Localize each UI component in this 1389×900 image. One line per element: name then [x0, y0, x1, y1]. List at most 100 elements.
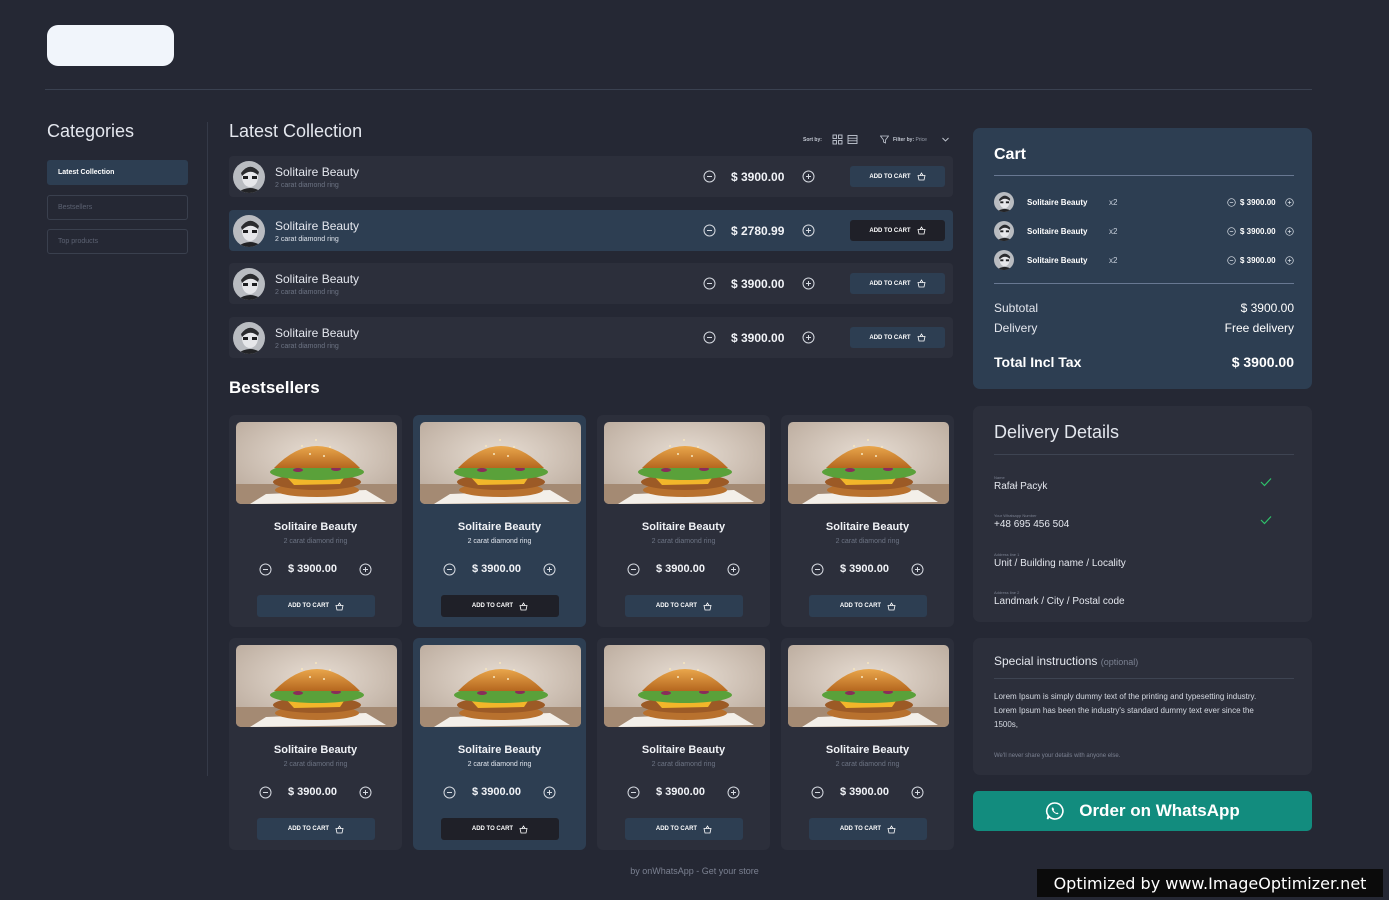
product-name: Solitaire Beauty [275, 219, 360, 233]
product-subtitle: 2 carat diamond ring [275, 343, 339, 350]
decrease-quantity-icon[interactable] [703, 170, 716, 183]
product-price: $ 3900.00 [288, 563, 337, 575]
increase-quantity-icon[interactable] [359, 786, 372, 799]
basket-icon [917, 226, 926, 235]
chevron-down-icon[interactable] [941, 135, 950, 144]
increase-quantity-icon[interactable] [802, 170, 815, 183]
decrease-quantity-icon[interactable] [703, 224, 716, 237]
check-icon [1260, 478, 1272, 487]
increase-quantity-icon[interactable] [727, 563, 740, 576]
bestseller-card[interactable]: Solitaire Beauty 2 carat diamond ring $ 39… [781, 638, 954, 850]
bestseller-card[interactable]: Solitaire Beauty 2 carat diamond ring $ 39… [413, 415, 586, 627]
add-to-cart-button[interactable]: ADD TO CART [625, 595, 743, 617]
grid-view-icon[interactable] [832, 134, 843, 145]
decrease-quantity-icon[interactable] [443, 786, 456, 799]
increase-quantity-icon[interactable] [359, 563, 372, 576]
cart-divider [994, 175, 1294, 176]
increase-quantity-icon[interactable] [802, 277, 815, 290]
decrease-quantity-icon[interactable] [259, 563, 272, 576]
decrease-quantity-icon[interactable] [703, 331, 716, 344]
list-view-icon[interactable] [847, 134, 858, 145]
add-to-cart-button[interactable]: ADD TO CART [850, 327, 945, 348]
decrease-quantity-icon[interactable] [811, 563, 824, 576]
bestseller-card[interactable]: Solitaire Beauty 2 carat diamond ring $ 39… [597, 415, 770, 627]
add-to-cart-button[interactable]: ADD TO CART [257, 595, 375, 617]
product-subtitle: 2 carat diamond ring [467, 761, 532, 768]
bestseller-card[interactable]: Solitaire Beauty 2 carat diamond ring $ 39… [229, 638, 402, 850]
filter-dropdown[interactable]: Filter by: Price [893, 137, 927, 143]
increase-quantity-icon[interactable] [727, 786, 740, 799]
cart-item-price: $ 3900.00 [1240, 256, 1276, 265]
add-to-cart-button[interactable]: ADD TO CART [441, 818, 559, 840]
cart-item-qty: x2 [1109, 227, 1118, 236]
add-to-cart-label: ADD TO CART [471, 826, 514, 832]
add-to-cart-button[interactable]: ADD TO CART [625, 818, 743, 840]
product-image [420, 422, 581, 504]
increase-quantity-icon[interactable] [911, 786, 924, 799]
name-input[interactable] [994, 481, 1244, 492]
decrease-quantity-icon[interactable] [1227, 198, 1236, 207]
decrease-quantity-icon[interactable] [1227, 227, 1236, 236]
decrease-quantity-icon[interactable] [811, 786, 824, 799]
bestseller-card[interactable]: Solitaire Beauty 2 carat diamond ring $ 39… [229, 415, 402, 627]
decrease-quantity-icon[interactable] [1227, 256, 1236, 265]
whatsapp-number-input[interactable] [994, 519, 1244, 530]
product-price: $ 3900.00 [656, 563, 705, 575]
product-price: $ 3900.00 [840, 563, 889, 575]
order-on-whatsapp-label: Order on WhatsApp [1079, 801, 1240, 820]
category-top-products[interactable]: Top products [47, 229, 188, 254]
address-line-1-input[interactable]: Unit / Building name / Locality [994, 558, 1244, 569]
add-to-cart-button[interactable]: ADD TO CART [809, 818, 927, 840]
check-icon [1260, 516, 1272, 525]
bestseller-card[interactable]: Solitaire Beauty 2 carat diamond ring $ 39… [597, 638, 770, 850]
decrease-quantity-icon[interactable] [703, 277, 716, 290]
product-price: $ 3900.00 [731, 170, 785, 184]
product-name: Solitaire Beauty [275, 165, 360, 179]
add-to-cart-button[interactable]: ADD TO CART [850, 220, 945, 241]
order-on-whatsapp-button[interactable]: Order on WhatsApp [973, 791, 1312, 831]
add-to-cart-button[interactable]: ADD TO CART [850, 273, 945, 294]
product-image [604, 422, 765, 504]
increase-quantity-icon[interactable] [1285, 198, 1294, 207]
increase-quantity-icon[interactable] [543, 563, 556, 576]
bestseller-card[interactable]: Solitaire Beauty 2 carat diamond ring $ 39… [781, 415, 954, 627]
add-to-cart-button[interactable]: ADD TO CART [257, 818, 375, 840]
product-name: Solitaire Beauty [273, 744, 358, 756]
product-subtitle: 2 carat diamond ring [651, 761, 716, 768]
basket-icon [917, 172, 926, 181]
increase-quantity-icon[interactable] [1285, 227, 1294, 236]
increase-quantity-icon[interactable] [802, 224, 815, 237]
address-line-2-input[interactable]: Landmark / City / Postal code [994, 596, 1244, 607]
decrease-quantity-icon[interactable] [627, 563, 640, 576]
decrease-quantity-icon[interactable] [259, 786, 272, 799]
decrease-quantity-icon[interactable] [443, 563, 456, 576]
category-latest-collection[interactable]: Latest Collection [47, 160, 188, 185]
basket-icon [335, 824, 344, 833]
increase-quantity-icon[interactable] [911, 563, 924, 576]
store-logo[interactable] [47, 25, 174, 66]
cart-item: Solitaire Beauty x2 $ 3900.00 [994, 221, 1294, 241]
basket-icon [887, 601, 896, 610]
cart-divider [994, 283, 1294, 284]
add-to-cart-label: ADD TO CART [869, 334, 911, 341]
add-to-cart-button[interactable]: ADD TO CART [809, 595, 927, 617]
categories-title: Categories [47, 121, 135, 141]
cart-panel: Cart Solitaire Beauty x2 $ 3900.00 Solit… [973, 128, 1312, 389]
add-to-cart-button[interactable]: ADD TO CART [441, 595, 559, 617]
product-image [604, 645, 765, 727]
increase-quantity-icon[interactable] [543, 786, 556, 799]
increase-quantity-icon[interactable] [802, 331, 815, 344]
product-name: Solitaire Beauty [275, 326, 360, 340]
special-divider [994, 678, 1294, 679]
decrease-quantity-icon[interactable] [627, 786, 640, 799]
delivery-details-panel: Delivery Details Name Your Whatsapp Numb… [973, 406, 1312, 622]
special-instructions-text[interactable]: Lorem Ipsum is simply dummy text of the … [994, 690, 1264, 732]
filter-icon[interactable] [880, 135, 889, 144]
whatsapp-number-field: Your Whatsapp Number [994, 513, 1294, 537]
category-bestsellers[interactable]: Bestsellers [47, 195, 188, 220]
add-to-cart-label: ADD TO CART [869, 227, 911, 234]
increase-quantity-icon[interactable] [1285, 256, 1294, 265]
bestseller-card[interactable]: Solitaire Beauty 2 carat diamond ring $ 39… [413, 638, 586, 850]
add-to-cart-button[interactable]: ADD TO CART [850, 166, 945, 187]
delivery-label: Delivery [994, 321, 1038, 335]
